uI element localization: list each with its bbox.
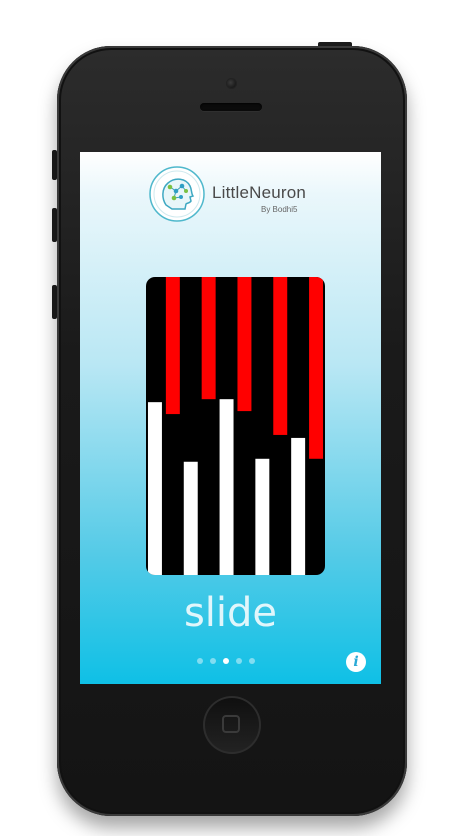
red-bar-2[interactable] bbox=[165, 277, 180, 415]
brain-head-icon bbox=[149, 166, 205, 222]
app-subtitle: By Bodhi5 bbox=[261, 205, 298, 214]
white-bar-5[interactable] bbox=[219, 399, 234, 575]
info-button[interactable]: i bbox=[346, 652, 366, 672]
game-board[interactable] bbox=[146, 277, 325, 575]
white-bar-7[interactable] bbox=[255, 458, 270, 575]
app-screen: LittleNeuron By Bodhi5 slide i bbox=[80, 152, 381, 684]
red-bar-10[interactable] bbox=[309, 277, 324, 459]
page-dot-5[interactable] bbox=[249, 658, 255, 664]
front-camera bbox=[227, 79, 236, 88]
earpiece-speaker bbox=[200, 103, 262, 111]
home-button[interactable] bbox=[203, 696, 261, 754]
bars-canvas[interactable] bbox=[146, 277, 325, 575]
mode-label: slide bbox=[183, 590, 278, 636]
white-bar-9[interactable] bbox=[291, 437, 306, 575]
white-bar-3[interactable] bbox=[183, 461, 198, 575]
app-title: LittleNeuron bbox=[212, 183, 307, 202]
page-dot-4[interactable] bbox=[236, 658, 242, 664]
page-dot-2[interactable] bbox=[210, 658, 216, 664]
home-square-icon bbox=[222, 715, 240, 733]
page-dot-3[interactable] bbox=[223, 658, 229, 664]
white-bar-1[interactable] bbox=[147, 402, 162, 575]
page-dot-1[interactable] bbox=[197, 658, 203, 664]
page-indicator[interactable] bbox=[197, 658, 255, 664]
red-bar-8[interactable] bbox=[273, 277, 288, 435]
red-bar-4[interactable] bbox=[201, 277, 216, 400]
app-logo: LittleNeuron By Bodhi5 bbox=[148, 165, 318, 225]
device-frame: LittleNeuron By Bodhi5 slide i bbox=[0, 0, 461, 836]
red-bar-6[interactable] bbox=[237, 277, 252, 412]
